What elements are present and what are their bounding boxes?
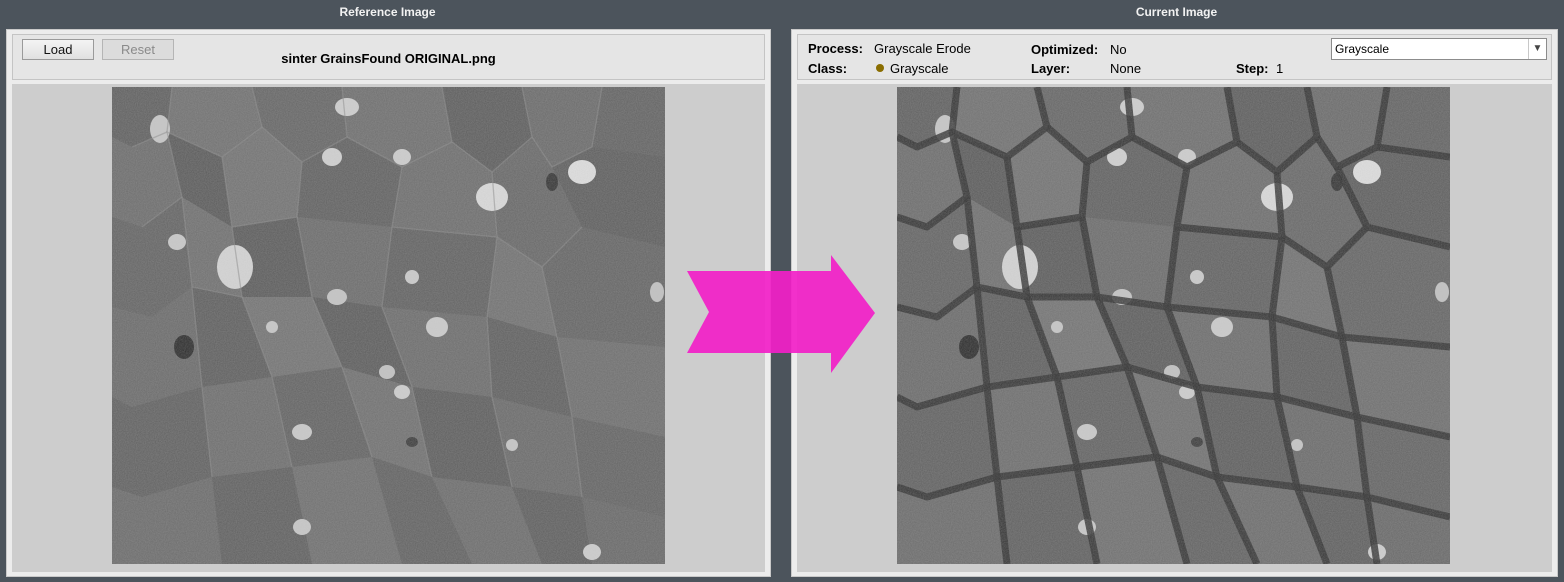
optimized-value: No (1110, 42, 1127, 57)
reference-filename: sinter GrainsFound ORIGINAL.png (281, 51, 496, 66)
process-value: Grayscale Erode (874, 41, 971, 56)
reference-panel: Load Reset sinter GrainsFound ORIGINAL.p… (6, 29, 771, 577)
class-value: Grayscale (890, 61, 949, 76)
current-toolbar: Process: Grayscale Erode Optimized: No C… (797, 34, 1552, 80)
reference-viewport (12, 84, 765, 572)
current-title: Current Image (1135, 5, 1218, 19)
class-color-dot (876, 64, 884, 72)
class-label: Class: (808, 61, 848, 76)
optimized-label: Optimized: (1031, 42, 1099, 57)
layer-value: None (1110, 61, 1142, 76)
current-micrograph[interactable] (897, 87, 1450, 564)
reference-title: Reference Image (339, 5, 436, 19)
current-panel: Process: Grayscale Erode Optimized: No C… (791, 29, 1558, 577)
reference-toolbar: Load Reset sinter GrainsFound ORIGINAL.p… (12, 34, 765, 80)
step-label: Step: (1236, 61, 1269, 76)
view-select[interactable]: Grayscale ▼ (1331, 38, 1547, 60)
reference-micrograph[interactable] (112, 87, 665, 564)
class-value-wrap: Grayscale (876, 61, 949, 76)
step-value: 1 (1276, 61, 1284, 76)
process-label: Process: (808, 41, 863, 56)
layer-label: Layer: (1031, 61, 1071, 76)
view-select-value: Grayscale (1335, 42, 1390, 56)
current-viewport (797, 84, 1552, 572)
chevron-down-icon[interactable]: ▼ (1528, 39, 1546, 59)
